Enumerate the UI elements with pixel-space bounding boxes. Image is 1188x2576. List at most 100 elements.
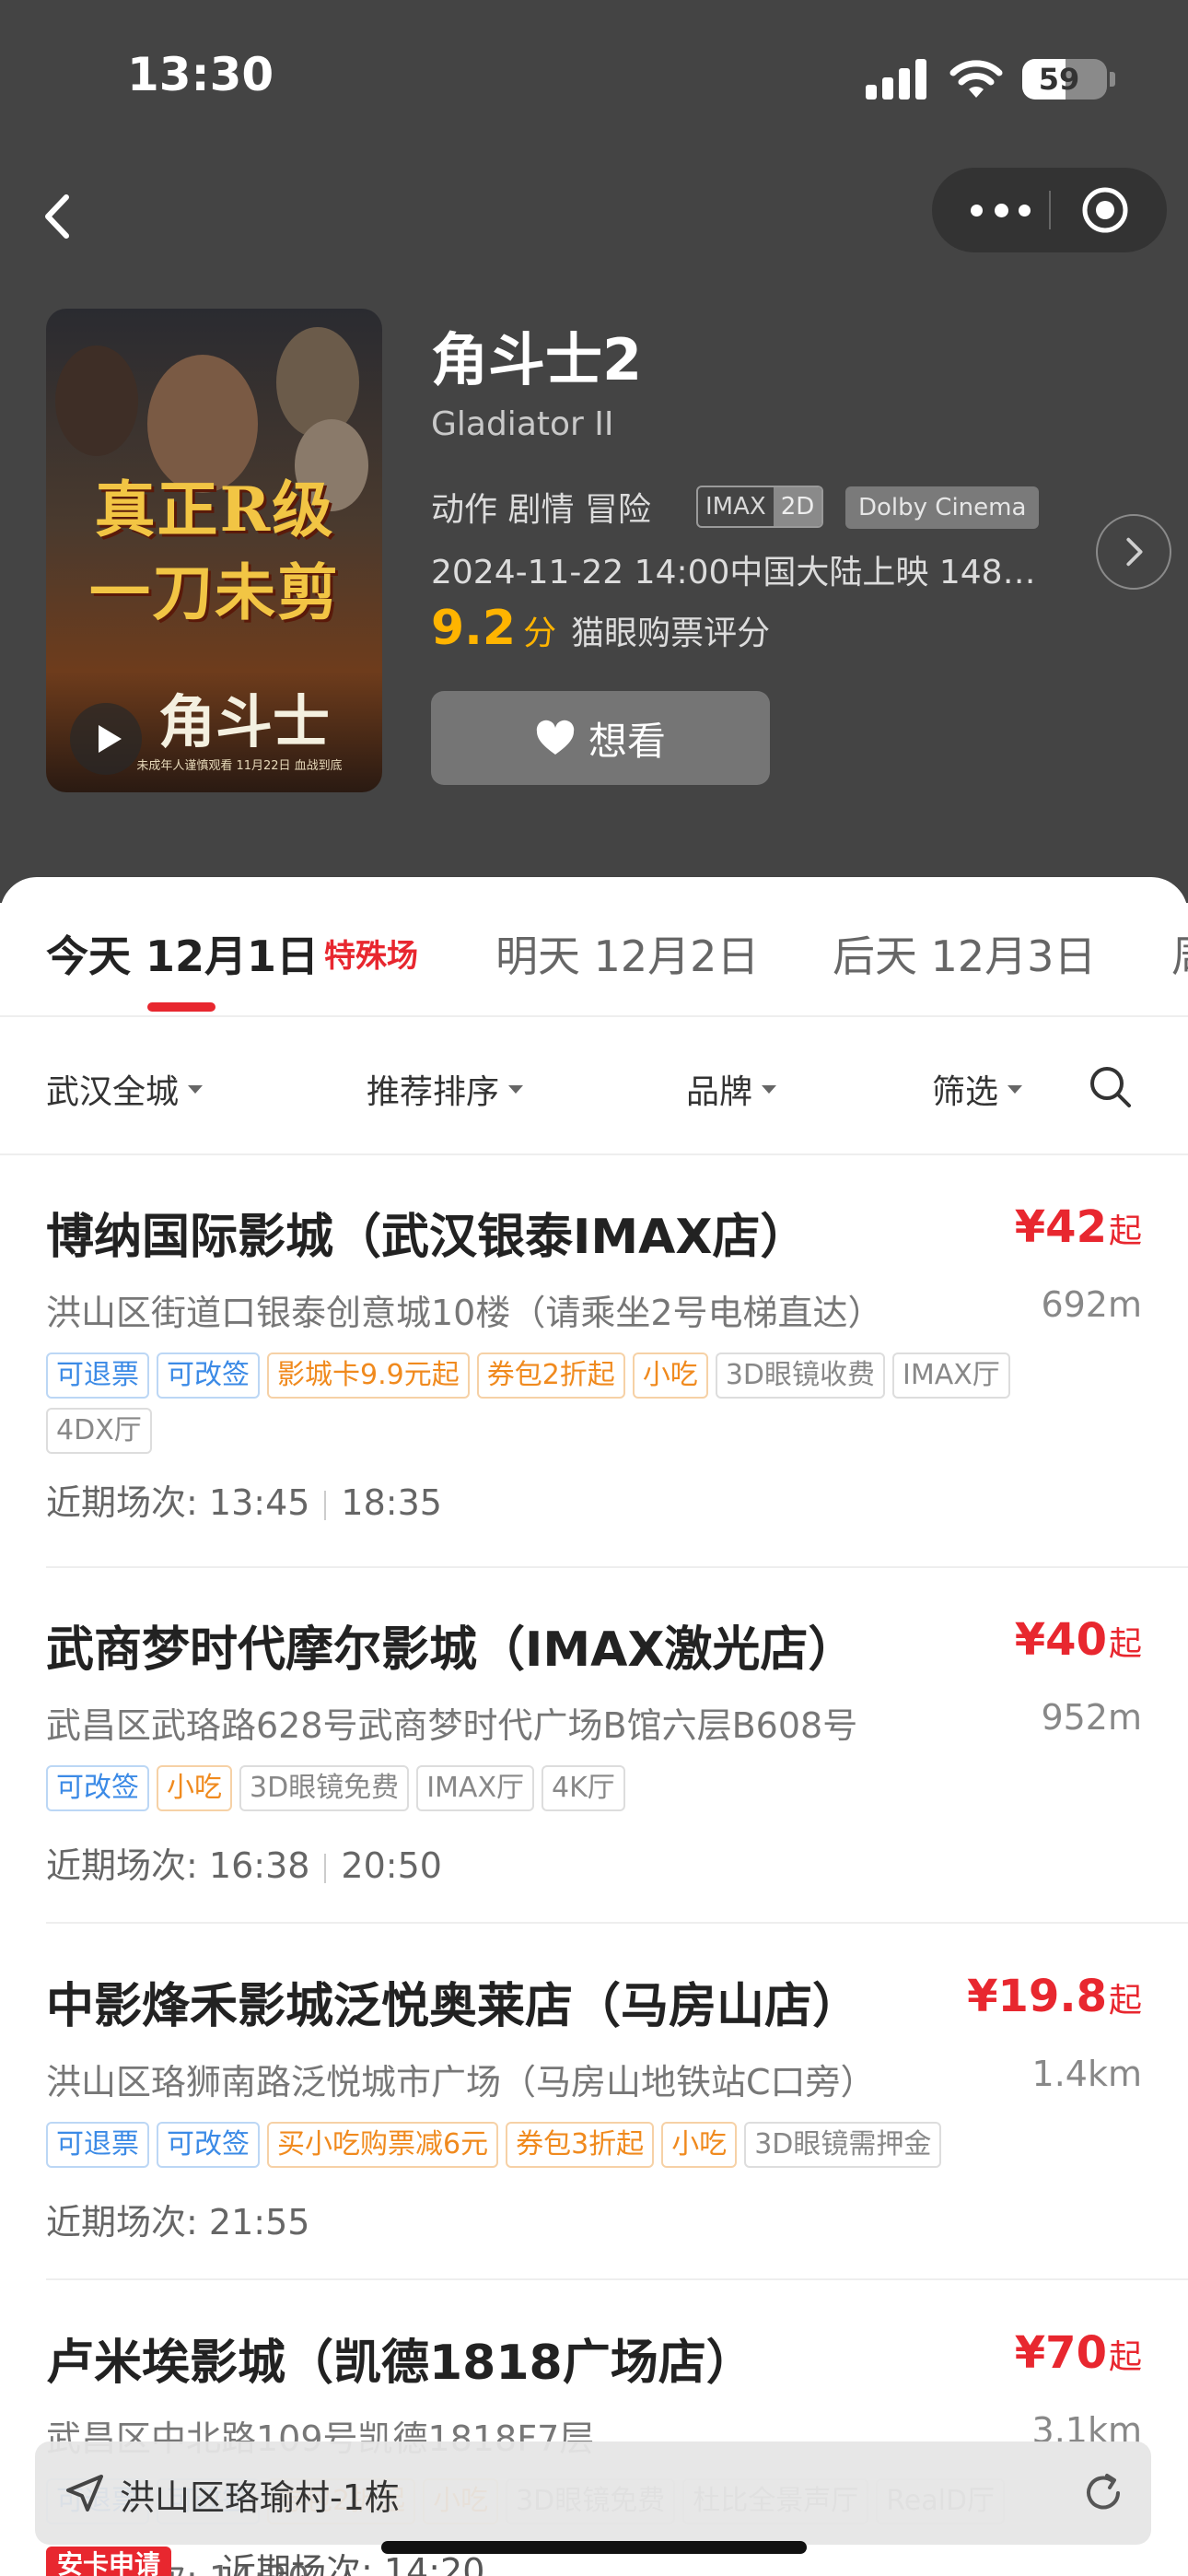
showtimes-label: 近期场次:: [46, 1845, 198, 1886]
tab-day-after[interactable]: 后天 12月3日: [833, 923, 1096, 984]
feature-tag: 4DX厅: [46, 1408, 152, 1454]
active-tab-indicator: [147, 1002, 215, 1012]
screen-filter-label: 筛选: [932, 1073, 999, 1111]
dolby-tag: Dolby Cinema: [845, 486, 1040, 529]
cinema-tags: 可退票 可改签 影城卡9.9元起 券包2折起 小吃 3D眼镜收费 IMAX厅 4DX厅: [46, 1352, 1114, 1463]
target-icon[interactable]: [1081, 186, 1129, 234]
home-indicator[interactable]: [381, 2541, 807, 2554]
cinema-card[interactable]: 武商梦时代摩尔影城（IMAX激光店） ¥40 起武昌区武珞路628号武商梦时代广场B…: [46, 1610, 1188, 1924]
status-time: 13:30: [127, 48, 274, 101]
poster-line1: 真正R级: [94, 474, 335, 545]
feature-tag: 券包3折起: [506, 2122, 655, 2168]
cinema-card[interactable]: 中影烽禾影城泛悦奥莱店（马房山店） ¥19.8 起洪山区珞狮南路泛悦城市广场（马房山…: [46, 1967, 1188, 2280]
movie-genres: 动作 剧情 冒险: [431, 491, 651, 529]
price-value: ¥42: [1014, 1201, 1107, 1253]
feature-tag: 3D眼镜免费: [239, 1765, 410, 1811]
more-dots-icon[interactable]: [960, 168, 1042, 252]
feature-tag: 买小吃购票减6元: [267, 2122, 499, 2168]
feature-tag: 可改签: [157, 2122, 260, 2168]
battery-level: 59: [1038, 62, 1080, 97]
sort-filter[interactable]: 推荐排序: [367, 1065, 524, 1113]
showtime[interactable]: 13:45: [209, 1482, 310, 1523]
location-bar[interactable]: 洪山区珞瑜村-1栋: [35, 2441, 1151, 2545]
showtime[interactable]: 20:50: [341, 1845, 442, 1886]
want-to-see-button[interactable]: 想看: [431, 691, 770, 785]
back-button[interactable]: [28, 184, 92, 249]
play-trailer-button[interactable]: [70, 703, 142, 775]
signal-icon: [866, 59, 930, 100]
battery-icon: 59: [1022, 59, 1107, 100]
caret-down-icon: [188, 1084, 204, 1094]
capsule-divider: [1049, 191, 1051, 229]
poster-footer: 未成年人谨慎观看 11月22日 血战到底: [136, 759, 343, 773]
showtimes-label: 近期场次:: [46, 1482, 198, 1523]
date-tabs: 今天 12月1日 特殊场 明天 12月2日 后天 12月3日 周: [0, 877, 1188, 1017]
cinema-distance: 1.4km: [1031, 2054, 1142, 2094]
cinema-address: 洪山区街道口银泰创意城10楼（请乘坐2号电梯直达）: [46, 1293, 883, 1333]
cinema-tags: 可退票 可改签 买小吃购票减6元 券包3折起 小吃 3D眼镜需押金: [46, 2122, 1114, 2177]
showtime-separator: [324, 1490, 327, 1520]
heart-icon: [536, 720, 575, 755]
price-suffix: 起: [1108, 1625, 1142, 1663]
miniprogram-capsule: [932, 168, 1167, 252]
price-value: ¥19.8: [967, 1971, 1107, 2022]
feature-tag: 小吃: [661, 2122, 738, 2168]
feature-tag: 3D眼镜需押金: [744, 2122, 942, 2168]
want-to-see-label: 想看: [588, 718, 666, 764]
showtime-separator: [324, 1853, 327, 1883]
screen-filter[interactable]: 筛选: [932, 1065, 1023, 1113]
showtime[interactable]: 21:55: [209, 2202, 310, 2242]
price-suffix: 起: [1108, 1212, 1142, 1250]
tab-next[interactable]: 周: [1171, 923, 1188, 984]
recent-showtimes: 近期场次: 16:38 20:50: [46, 1837, 442, 1888]
cinema-price: ¥40 起: [1015, 1614, 1142, 1666]
special-screening-badge: 特殊场: [324, 938, 418, 975]
movie-title: 角斗士2: [431, 326, 643, 393]
feature-tag: 可退票: [46, 1352, 149, 1399]
feature-tag: 可改签: [46, 1765, 149, 1811]
tab-today[interactable]: 今天 12月1日: [46, 923, 319, 984]
brand-filter-label: 品牌: [686, 1073, 753, 1111]
sort-filter-label: 推荐排序: [367, 1073, 500, 1111]
feature-tag: 3D眼镜收费: [715, 1352, 885, 1399]
score-unit: 分: [523, 615, 557, 652]
price-suffix: 起: [1108, 2338, 1142, 2376]
recent-showtimes: 近期场次: 21:55: [46, 2194, 309, 2244]
cinema-name: 武商梦时代摩尔影城（IMAX激光店）: [46, 1622, 856, 1678]
showtime[interactable]: 18:35: [341, 1482, 442, 1523]
price-value: ¥40: [1014, 1614, 1107, 1666]
play-icon: [99, 725, 122, 753]
feature-tag: 可改签: [157, 1352, 260, 1399]
cinema-address: 武昌区武珞路628号武商梦时代广场B馆六层B608号: [46, 1705, 858, 1746]
movie-detail-chevron-icon[interactable]: [1096, 514, 1171, 590]
cinema-price: ¥19.8 起: [967, 1971, 1142, 2022]
format-tag: IMAX 2D: [696, 486, 824, 528]
score-label: 猫眼购票评分: [571, 615, 771, 652]
cinema-name: 卢米埃影城（凯德1818广场店）: [46, 2336, 754, 2391]
recent-showtimes: 近期场次: 13:45 18:35: [46, 1474, 442, 1525]
caret-down-icon: [508, 1084, 524, 1094]
wifi-icon: [949, 60, 1003, 98]
feature-tag: 券包2折起: [476, 1352, 625, 1399]
showtime[interactable]: 16:38: [209, 1845, 310, 1886]
format-tag-imax: IMAX: [705, 493, 766, 521]
price-value: ¥70: [1014, 2327, 1107, 2379]
movie-score: 9.2: [431, 601, 517, 656]
cinema-distance: 692m: [1041, 1284, 1142, 1325]
feature-tag: IMAX厅: [892, 1352, 1010, 1399]
refresh-icon[interactable]: [1079, 2469, 1127, 2517]
search-icon[interactable]: [1087, 1063, 1135, 1111]
brand-filter[interactable]: 品牌: [686, 1065, 777, 1113]
cinema-price: ¥70 起: [1015, 2327, 1142, 2379]
cinema-card[interactable]: 博纳国际影城（武汉银泰IMAX店） ¥42 起洪山区街道口银泰创意城10楼（请乘坐2…: [46, 1198, 1188, 1568]
filter-bar: 武汉全城 推荐排序 品牌 筛选: [0, 1017, 1188, 1155]
battery-tip: [1110, 72, 1115, 87]
feature-tag: 可退票: [46, 2122, 149, 2168]
tab-tomorrow[interactable]: 明天 12月2日: [495, 923, 759, 984]
feature-tag: 影城卡9.9元起: [267, 1352, 470, 1399]
cinema-tags: 可改签 小吃 3D眼镜免费 IMAX厅 4K厅: [46, 1765, 1114, 1821]
feature-tag: 小吃: [632, 1352, 708, 1399]
city-filter[interactable]: 武汉全城: [46, 1065, 204, 1113]
cinema-distance: 952m: [1041, 1697, 1142, 1738]
movie-poster[interactable]: 真正R级 一刀未剪 角斗士 未成年人谨慎观看 11月22日 血战到底: [46, 309, 382, 792]
